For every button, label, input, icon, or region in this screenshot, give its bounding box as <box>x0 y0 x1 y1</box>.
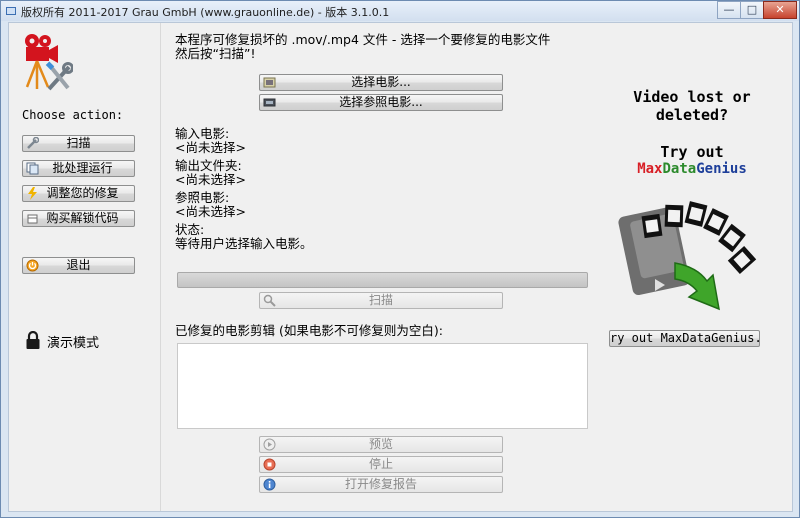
main-window: 版权所有 2011-2017 Grau GmbH (www.grauonline… <box>0 0 800 518</box>
output-folder-value: <尚未选择> <box>175 172 246 187</box>
close-button[interactable]: ✕ <box>763 1 797 19</box>
wrench-icon <box>27 137 39 149</box>
adjust-icon <box>28 187 37 200</box>
info-icon <box>263 478 276 491</box>
app-icon <box>6 7 16 15</box>
exit-button[interactable]: 退出 <box>22 257 135 274</box>
select-reference-movie-label: 选择参照电影... <box>339 95 423 109</box>
adjust-repair-label: 调整您的修复 <box>46 186 119 200</box>
repaired-clips-list[interactable] <box>177 343 588 429</box>
brand-data: Data <box>662 161 697 177</box>
preview-label: 预览 <box>368 437 393 451</box>
try-maxdatagenius-label: ry out MaxDataGenius.. <box>610 331 760 345</box>
stop-button[interactable]: 停止 <box>259 456 503 473</box>
exit-label: 退出 <box>66 258 91 272</box>
repaired-clips-label: 已修复的电影剪辑 (如果电影不可修复则为空白): <box>175 323 443 338</box>
demo-mode-label: 演示模式 <box>47 336 100 351</box>
action-sidebar: Choose action: 扫描 批处理运行 调整您的修复 购买解锁代码 退出 <box>9 23 161 511</box>
promo-try-out: Try out <box>660 143 724 161</box>
input-movie-label: 输入电影: <box>175 126 230 141</box>
film-icon <box>263 98 276 107</box>
status-value: 等待用户选择输入电影。 <box>175 236 313 251</box>
select-reference-movie-button[interactable]: 选择参照电影... <box>259 94 503 111</box>
stop-label: 停止 <box>368 457 393 471</box>
promo-headline-line2: deleted? <box>655 106 729 124</box>
output-folder-label: 输出文件夹: <box>175 158 242 173</box>
scan-action-label: 扫描 <box>66 136 91 150</box>
reference-movie-value: <尚未选择> <box>175 204 246 219</box>
title-bar[interactable]: 版权所有 2011-2017 Grau GmbH (www.grauonline… <box>1 1 799 21</box>
preview-button[interactable]: 预览 <box>259 436 503 453</box>
lock-icon <box>26 331 40 349</box>
try-maxdatagenius-button[interactable]: ry out MaxDataGenius.. <box>609 330 760 347</box>
recovery-illustration <box>618 201 757 311</box>
buy-unlock-code-label: 购买解锁代码 <box>46 211 119 225</box>
input-movie-value: <尚未选择> <box>175 140 246 155</box>
select-movie-button[interactable]: 选择电影... <box>259 74 503 91</box>
repair-progress-bar <box>177 272 588 288</box>
reference-movie-label: 参照电影: <box>175 190 230 205</box>
batch-run-button[interactable]: 批处理运行 <box>22 160 135 177</box>
scan-button[interactable]: 扫描 <box>259 292 503 309</box>
batch-icon <box>26 162 39 175</box>
minimize-button[interactable]: — <box>717 1 741 19</box>
buy-unlock-code-button[interactable]: 购买解锁代码 <box>22 210 135 227</box>
window-title: 版权所有 2011-2017 Grau GmbH (www.grauonline… <box>21 6 390 19</box>
cart-icon <box>27 214 38 224</box>
camera-tools-icon <box>25 34 73 91</box>
client-area: Choose action: 扫描 批处理运行 调整您的修复 购买解锁代码 退出 <box>8 22 793 512</box>
scan-label: 扫描 <box>368 293 393 307</box>
select-movie-label: 选择电影... <box>351 75 411 89</box>
brand-genius: Genius <box>696 161 747 177</box>
open-report-label: 打开修复报告 <box>344 477 417 491</box>
open-report-button[interactable]: 打开修复报告 <box>259 476 503 493</box>
magnifier-icon <box>263 294 276 307</box>
open-file-icon <box>263 77 276 88</box>
scan-action-button[interactable]: 扫描 <box>22 135 135 152</box>
choose-action-label: Choose action: <box>22 108 124 122</box>
maxdatagenius-logo: MaxDataGenius <box>592 161 792 177</box>
power-icon <box>26 259 39 272</box>
stop-icon <box>263 458 276 471</box>
promo-panel: Video lost or deleted? Try out MaxDataGe… <box>592 23 792 511</box>
play-icon <box>263 438 276 451</box>
brand-max: Max <box>637 161 663 177</box>
intro-text-line2: 然后按“扫描”! <box>175 46 256 61</box>
status-label: 状态: <box>175 222 205 237</box>
adjust-repair-button[interactable]: 调整您的修复 <box>22 185 135 202</box>
batch-run-label: 批处理运行 <box>52 161 113 175</box>
promo-headline-line1: Video lost or <box>633 88 751 106</box>
maximize-button[interactable]: □ <box>740 1 764 19</box>
intro-text-line1: 本程序可修复损坏的 .mov/.mp4 文件 - 选择一个要修复的电影文件 <box>175 32 551 47</box>
